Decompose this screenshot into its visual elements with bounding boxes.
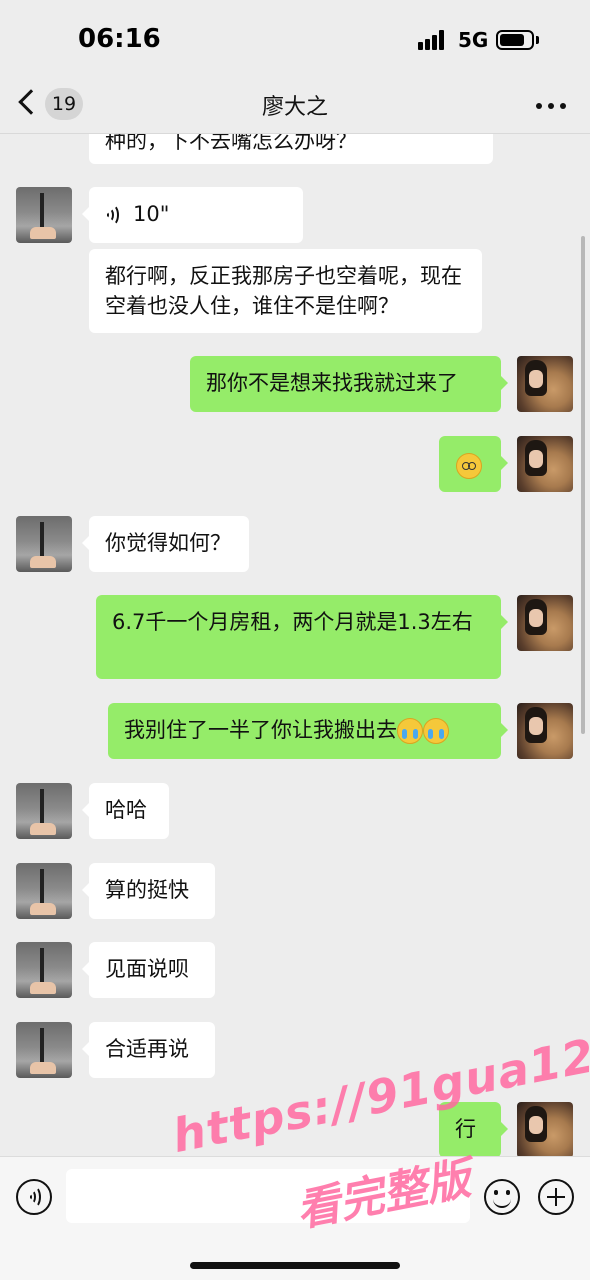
home-indicator[interactable] bbox=[190, 1262, 400, 1269]
message-text: 合适再说 bbox=[105, 1037, 189, 1061]
more-functions-button[interactable] bbox=[538, 1179, 574, 1215]
message-text: 见面说呗 bbox=[105, 957, 189, 981]
message-text: 我别住了一半了你让我搬出去 bbox=[124, 718, 397, 742]
more-options-button[interactable] bbox=[536, 90, 566, 120]
network-type: 5G bbox=[458, 28, 489, 52]
message-bubble[interactable]: 6.7千一个月房租，两个月就是1.3左右 bbox=[96, 595, 508, 679]
my-avatar[interactable] bbox=[517, 356, 573, 412]
scrollbar[interactable] bbox=[581, 236, 585, 734]
crying-face-emoji-icon bbox=[423, 718, 449, 744]
message-text: 都行啊，反正我那房子也空着呢，现在空着也没人住，谁住不是住啊？ bbox=[105, 264, 462, 318]
voice-duration: 10" bbox=[133, 202, 170, 226]
contact-avatar[interactable] bbox=[16, 942, 72, 998]
battery-level bbox=[500, 34, 524, 46]
my-avatar[interactable] bbox=[517, 1102, 573, 1156]
my-avatar[interactable] bbox=[517, 595, 573, 651]
message-bubble[interactable]: 我别住了一半了你让我搬出去 bbox=[108, 703, 508, 759]
message-list[interactable]: 种的，下不去嘴怎么办呀？ 10" 都行啊，反正我那房子也空着呢，现在空着也没人住… bbox=[0, 134, 590, 1156]
message-bubble[interactable]: 那你不是想来找我就过来了 bbox=[190, 356, 508, 412]
message-text: 种的，下不去嘴怎么办呀？ bbox=[105, 134, 357, 153]
message-text: 6.7千一个月房租，两个月就是1.3左右 bbox=[112, 610, 473, 634]
my-avatar[interactable] bbox=[517, 436, 573, 492]
status-time: 06:16 bbox=[78, 24, 161, 54]
dizzy-face-emoji-icon bbox=[456, 453, 482, 479]
chat-title: 廖大之 bbox=[261, 95, 328, 120]
message-text: 哈哈 bbox=[105, 798, 147, 822]
battery-icon bbox=[496, 30, 534, 50]
contact-avatar[interactable] bbox=[16, 1022, 72, 1078]
message-bubble[interactable]: 行 bbox=[439, 1102, 508, 1156]
contact-avatar[interactable] bbox=[16, 783, 72, 839]
status-bar: 06:16 5G bbox=[0, 0, 590, 76]
message-text: 那你不是想来找我就过来了 bbox=[206, 371, 458, 395]
message-bubble[interactable]: 算的挺快 bbox=[82, 863, 215, 919]
my-avatar[interactable] bbox=[517, 703, 573, 759]
message-text: 行 bbox=[455, 1117, 476, 1141]
message-text: 算的挺快 bbox=[105, 878, 189, 902]
signal-icon bbox=[418, 30, 450, 50]
message-text: 你觉得如何？ bbox=[105, 531, 231, 555]
emoji-button[interactable] bbox=[484, 1179, 520, 1215]
message-bubble[interactable]: 哈哈 bbox=[82, 783, 169, 839]
contact-avatar[interactable] bbox=[16, 863, 72, 919]
crying-face-emoji-icon bbox=[397, 718, 423, 744]
message-bubble[interactable]: 合适再说 bbox=[82, 1022, 215, 1078]
message-bubble[interactable]: 都行啊，反正我那房子也空着呢，现在空着也没人住，谁住不是住啊？ bbox=[89, 249, 482, 333]
contact-avatar[interactable] bbox=[16, 187, 72, 243]
message-bubble[interactable]: 你觉得如何？ bbox=[82, 516, 249, 572]
more-dots-icon bbox=[536, 103, 542, 109]
message-input[interactable] bbox=[66, 1169, 470, 1223]
message-bubble[interactable]: 见面说呗 bbox=[82, 942, 215, 998]
chat-header: 19 廖大之 bbox=[0, 76, 590, 134]
voice-input-button[interactable] bbox=[16, 1179, 52, 1215]
voice-message-bubble[interactable]: 10" bbox=[82, 187, 303, 243]
emoji-message-bubble[interactable] bbox=[439, 436, 508, 492]
contact-avatar[interactable] bbox=[16, 516, 72, 572]
battery-tip bbox=[536, 36, 539, 44]
message-bubble[interactable]: 种的，下不去嘴怎么办呀？ bbox=[89, 134, 493, 164]
voice-wave-icon bbox=[105, 204, 123, 226]
